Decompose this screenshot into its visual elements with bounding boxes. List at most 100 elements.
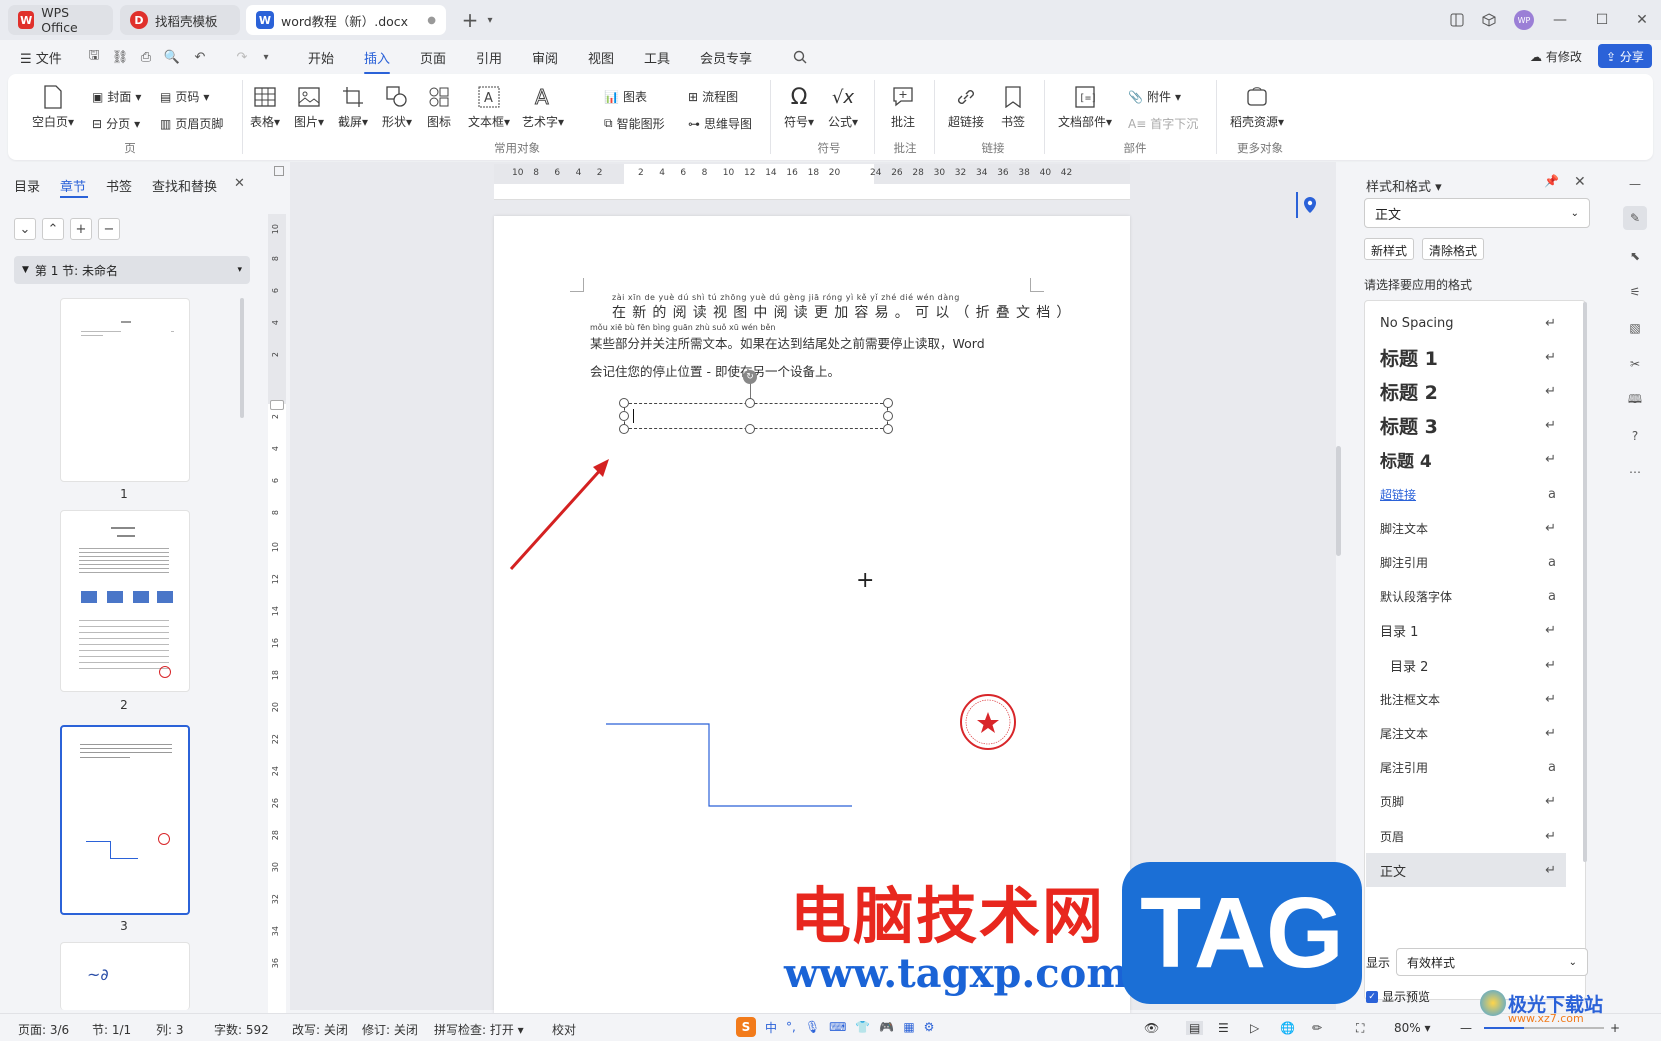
preview-checkbox[interactable]: ✓ 显示预览 bbox=[1366, 988, 1430, 1005]
company-seal-stamp[interactable] bbox=[958, 692, 1018, 752]
share-button[interactable]: ⇪ 分享 bbox=[1598, 44, 1652, 68]
game-icon[interactable]: 🎮 bbox=[879, 1020, 894, 1034]
bookmark-button[interactable]: 书签 bbox=[1000, 84, 1026, 130]
page-thumbnail-selected[interactable] bbox=[60, 725, 190, 915]
sogou-logo-icon[interactable]: S bbox=[736, 1017, 756, 1037]
maximize-icon[interactable]: ☐ bbox=[1590, 8, 1614, 32]
tab-wps-office[interactable]: W WPS Office bbox=[8, 5, 113, 35]
rotate-handle-icon[interactable]: ↻ bbox=[743, 370, 757, 384]
resize-handle[interactable] bbox=[619, 424, 629, 434]
resize-handle[interactable] bbox=[883, 424, 893, 434]
resize-handle[interactable] bbox=[745, 424, 755, 434]
horizontal-ruler[interactable]: 10 8 6 4 2 2 4 6 8 10 12 14 16 18 20 24 26 28 30 32 34 36 38 40… bbox=[494, 164, 1130, 184]
clear-format-button[interactable]: 清除格式 bbox=[1422, 238, 1485, 260]
style-item[interactable]: 脚注引用 a bbox=[1366, 545, 1566, 579]
move-up-icon[interactable]: ⌃ bbox=[42, 218, 64, 240]
tab-templates[interactable]: D 找稻壳模板 bbox=[120, 5, 240, 35]
collapse-chevron-icon[interactable]: ⌄ bbox=[14, 218, 36, 240]
style-item[interactable]: 尾注引用 a bbox=[1366, 751, 1566, 785]
resize-handle[interactable] bbox=[619, 411, 629, 421]
outline-view-icon[interactable]: ☰ bbox=[1218, 1021, 1229, 1035]
print-preview-icon[interactable]: 🔍 bbox=[162, 47, 182, 67]
zoom-level[interactable]: 80% ▾ bbox=[1394, 1021, 1431, 1035]
select-pointer-icon[interactable]: ⬉ bbox=[1623, 244, 1647, 268]
chart-button[interactable]: 📊 图表 bbox=[604, 88, 647, 105]
style-item[interactable]: 尾注文本 ↵ bbox=[1366, 716, 1566, 750]
menu-insert[interactable]: 插入 bbox=[364, 48, 391, 74]
status-spell-check[interactable]: 拼写检查: 打开 ▾ bbox=[434, 1021, 524, 1038]
elbow-connector-line[interactable] bbox=[604, 722, 854, 812]
section-header[interactable]: ▼ 第 1 节: 未命名 ▾ bbox=[14, 256, 250, 284]
status-track-changes[interactable]: 修订: 关闭 bbox=[362, 1021, 418, 1038]
paragraph-line-2[interactable]: 某些部分并关注所需文本。如果在达到结尾处之前需要停止读取，Word bbox=[590, 333, 985, 352]
page-thumbnail[interactable] bbox=[60, 298, 190, 482]
page-view-icon[interactable]: ▤ bbox=[1186, 1021, 1204, 1035]
hyperlink-button[interactable]: 超链接 bbox=[948, 84, 984, 130]
modified-dot-icon[interactable]: ● bbox=[427, 15, 436, 26]
help-icon[interactable]: ? bbox=[1623, 424, 1647, 448]
textbox-button[interactable]: A 文本框▾ bbox=[468, 84, 510, 130]
more-icon[interactable]: ⋯ bbox=[1623, 460, 1647, 484]
book-icon[interactable]: 🕮 bbox=[1623, 388, 1647, 412]
settings-icon[interactable]: ⚙ bbox=[924, 1020, 935, 1034]
style-item[interactable]: 标题 1 ↵ bbox=[1366, 340, 1566, 374]
menu-member[interactable]: 会员专享 bbox=[700, 48, 752, 67]
tab-list-chevron-icon[interactable]: ▾ bbox=[478, 8, 502, 32]
page-break-button[interactable]: ⊟ 分页 ▾ bbox=[92, 115, 140, 132]
header-footer-button[interactable]: ▥ 页眉页脚 bbox=[160, 115, 223, 132]
style-item[interactable]: No Spacing ↵ bbox=[1366, 306, 1566, 340]
image-edit-icon[interactable]: ▧ bbox=[1623, 316, 1647, 340]
image-button[interactable]: 图片▾ bbox=[294, 84, 324, 130]
tab-sections[interactable]: 章节 bbox=[60, 176, 86, 195]
close-panel-icon[interactable]: ✕ bbox=[234, 176, 245, 191]
paragraph-line-1[interactable]: 在新的阅读视图中阅读更加容易。可以（折叠文档） bbox=[612, 302, 1077, 322]
style-item[interactable]: 批注框文本 ↵ bbox=[1366, 682, 1566, 716]
fit-page-icon[interactable]: ⛶ bbox=[1356, 1021, 1364, 1036]
status-page[interactable]: 页面: 3/6 bbox=[18, 1021, 69, 1038]
avatar[interactable]: WP bbox=[1512, 8, 1536, 32]
status-proofread[interactable]: 校对 bbox=[552, 1021, 576, 1038]
keyboard-icon[interactable]: ⌨ bbox=[829, 1020, 846, 1034]
redo-icon[interactable]: ↷ bbox=[232, 47, 252, 67]
comment-button[interactable]: 批注 bbox=[890, 84, 916, 130]
undo-icon[interactable]: ↶ bbox=[190, 47, 210, 67]
ime-mode[interactable]: 中 bbox=[765, 1019, 777, 1036]
style-item[interactable]: 超链接 a bbox=[1366, 477, 1566, 511]
shape-button[interactable]: 形状▾ bbox=[382, 84, 412, 130]
attachment-button[interactable]: 📎 附件 ▾ bbox=[1128, 88, 1181, 105]
mindmap-button[interactable]: ⊶ 思维导图 bbox=[688, 115, 752, 132]
thumbnail-scrollbar[interactable] bbox=[240, 298, 244, 418]
section-menu-chevron-icon[interactable]: ▾ bbox=[237, 265, 242, 275]
close-styles-icon[interactable]: ✕ bbox=[1574, 174, 1586, 190]
docparts-button[interactable]: [=] 文档部件▾ bbox=[1058, 84, 1112, 130]
menu-home[interactable]: 开始 bbox=[308, 48, 334, 67]
new-style-button[interactable]: 新样式 bbox=[1364, 238, 1415, 260]
formula-button[interactable]: √x 公式▾ bbox=[828, 84, 858, 130]
paragraph-line-3[interactable]: 会记住您的停止位置 - 即使在另一个设备上。 bbox=[590, 361, 840, 380]
page-number-button[interactable]: ▤ 页码 ▾ bbox=[160, 88, 209, 105]
page-thumbnail[interactable] bbox=[60, 510, 190, 692]
quick-access-chevron-icon[interactable]: ▾ bbox=[256, 47, 276, 67]
resize-handle[interactable] bbox=[883, 398, 893, 408]
tab-toc[interactable]: 目录 bbox=[14, 176, 40, 195]
show-filter-select[interactable]: 有效样式 ⌄ bbox=[1396, 948, 1588, 976]
web-view-icon[interactable]: 🌐 bbox=[1280, 1021, 1295, 1035]
layout-icon[interactable] bbox=[1445, 8, 1469, 32]
style-item[interactable]: 脚注文本 ↵ bbox=[1366, 511, 1566, 545]
flowchart-button[interactable]: ⊞ 流程图 bbox=[688, 88, 738, 105]
tab-document[interactable]: W word教程（新）.docx ● bbox=[246, 5, 446, 35]
style-item[interactable]: 正文 ↵ bbox=[1366, 853, 1566, 888]
menu-references[interactable]: 引用 bbox=[476, 48, 502, 67]
table-button[interactable]: 表格▾ bbox=[250, 84, 280, 130]
dropcap-button[interactable]: A≡ 首字下沉 bbox=[1128, 115, 1198, 132]
document-scrollbar[interactable] bbox=[1336, 446, 1341, 556]
vertical-ruler[interactable]: 10 8 6 4 2 2 4 6 8 10 12 14 16 18 20 22 24 26 28 30 32 34 36 bbox=[268, 214, 286, 1014]
punctuation-icon[interactable]: °, bbox=[786, 1020, 796, 1034]
style-item[interactable]: 页眉 ↵ bbox=[1366, 819, 1566, 853]
resize-handle[interactable] bbox=[619, 398, 629, 408]
screenshot-button[interactable]: 截屏▾ bbox=[338, 84, 368, 130]
resources-button[interactable]: 稻壳资源▾ bbox=[1230, 84, 1284, 130]
blank-page-button[interactable]: 空白页▾ bbox=[32, 84, 74, 130]
minimize-icon[interactable]: — bbox=[1548, 8, 1572, 32]
icon-button[interactable]: 图标 bbox=[426, 84, 452, 130]
